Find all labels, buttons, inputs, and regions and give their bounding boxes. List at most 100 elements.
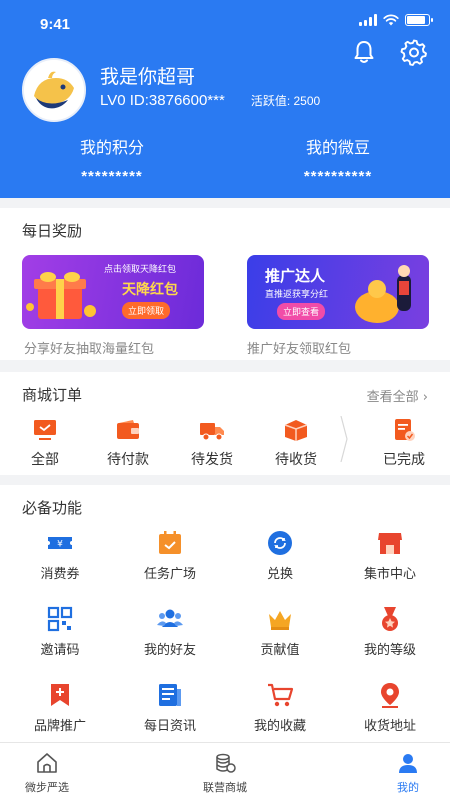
feature-market-center-label: 集市中心 (363, 567, 416, 582)
feature-shipping-address-label: 收货地址 (363, 719, 416, 734)
order-pending-receipt[interactable]: 待收货 (261, 417, 331, 469)
feature-invite-code-label: 邀请码 (40, 643, 80, 658)
signal-icon (359, 14, 377, 26)
box-icon (284, 420, 308, 441)
feature-my-friends-label: 我的好友 (143, 643, 196, 658)
daily-reward-title: 每日奖励 (22, 222, 83, 240)
feature-coupon-label: 消费券 (40, 567, 80, 582)
user-name: 我是你超哥 (100, 66, 196, 88)
promoter-caption: 推广好友领取红包 (247, 342, 352, 357)
feature-brand-promotion-label: 品牌推广 (33, 719, 86, 734)
banner-top-text: 点击领取天降红包 (104, 265, 177, 275)
bottom-nav: 微步严选 联营商城 我的 (0, 742, 450, 800)
user-meta: LV0 ID:3876600*** 活跃值: 2500 (100, 92, 320, 109)
order-pending-payment-label: 待付款 (107, 452, 149, 468)
view-now-button[interactable]: 立即查看 (277, 303, 326, 320)
order-all-label: 全部 (31, 452, 59, 468)
points-label: 我的积分 (79, 138, 144, 157)
beans-label: 我的微豆 (305, 138, 370, 157)
svg-text:¥: ¥ (57, 540, 63, 550)
wallet-icon (117, 420, 139, 439)
wifi-icon (383, 14, 399, 26)
feature-daily-news[interactable]: 每日资讯 (120, 681, 220, 734)
home-icon (37, 753, 57, 773)
feature-contribution[interactable]: 贡献值 (230, 605, 330, 658)
red-packet-caption: 分享好友抽取海量红包 (24, 342, 155, 357)
nav-mine[interactable]: 我的 (363, 751, 450, 795)
status-time: 9:41 (40, 16, 71, 33)
feature-task-square[interactable]: 任务广场 (120, 529, 220, 582)
daily-reward-card: 每日奖励 点击领取天降红包 天降红包 立即领取 分享好友抽取海量红包 推广达人 … (0, 208, 450, 360)
order-divider (340, 416, 348, 462)
claim-now-button[interactable]: 立即领取 (122, 302, 171, 319)
crown-icon (269, 611, 291, 630)
order-pending-receipt-label: 待收货 (275, 452, 317, 468)
cart-icon (268, 683, 294, 707)
bell-icon[interactable] (350, 38, 378, 66)
completed-doc-icon (395, 419, 415, 441)
feature-daily-news-label: 每日资讯 (143, 719, 196, 734)
news-icon (159, 684, 181, 706)
status-icons (359, 14, 433, 26)
feature-task-square-label: 任务广场 (143, 567, 196, 582)
user-icon (399, 754, 417, 773)
feature-my-level[interactable]: 我的等级 (340, 605, 440, 658)
feature-market-center[interactable]: 集市中心 (340, 529, 440, 582)
feature-exchange-label: 兑换 (266, 567, 293, 582)
red-packet-banner[interactable]: 点击领取天降红包 天降红包 立即领取 (22, 255, 204, 329)
beans-value: ********** (303, 168, 373, 185)
medal-icon (382, 607, 398, 631)
store-icon (378, 533, 402, 554)
profile-header: 9:41 我是你超哥 LV0 ID:3876600*** 活跃值: 2500 我… (0, 0, 450, 198)
bookmark-plus-icon (51, 684, 69, 706)
features-title: 必备功能 (22, 499, 83, 517)
coupon-icon: ¥ (48, 537, 72, 550)
points-value: ********* (81, 168, 143, 185)
view-all-label: 查看全部 (366, 390, 419, 405)
nav-home-label: 微步严选 (25, 781, 69, 794)
nav-mine-label: 我的 (397, 781, 419, 794)
feature-brand-promotion[interactable]: 品牌推广 (10, 681, 110, 734)
order-all[interactable]: 全部 (10, 417, 80, 469)
coins-icon (216, 753, 236, 773)
avatar-fish-logo (24, 60, 84, 120)
promoter-title: 推广达人 (265, 267, 326, 285)
features-card: 必备功能 ¥ 消费券 任务广场 兑换 集市中心 邀请码 我的好友 贡献值 我的等… (0, 485, 450, 742)
feature-exchange[interactable]: 兑换 (230, 529, 330, 582)
nav-mall-label: 联营商城 (203, 781, 247, 794)
orders-card: 商城订单 查看全部 › 全部 待付款 待发货 待收货 已完成 (0, 372, 450, 475)
feature-my-level-label: 我的等级 (363, 643, 416, 658)
feature-my-favorites[interactable]: 我的收藏 (230, 681, 330, 734)
nav-mall[interactable]: 联营商城 (180, 751, 270, 795)
friends-icon (157, 609, 183, 627)
user-id: LV0 ID:3876600*** (100, 92, 225, 109)
qrcode-icon (47, 606, 73, 632)
order-pending-payment[interactable]: 待付款 (93, 417, 163, 469)
activity-value: 活跃值: 2500 (250, 94, 321, 108)
battery-icon (405, 14, 433, 26)
orders-title: 商城订单 (22, 386, 83, 404)
truck-icon (200, 423, 224, 441)
view-all-link[interactable]: 查看全部 › (367, 386, 428, 405)
nav-home[interactable]: 微步严选 (2, 751, 92, 795)
feature-my-friends[interactable]: 我的好友 (120, 605, 220, 658)
points-stat[interactable]: 我的积分 ********* (12, 134, 212, 185)
order-completed[interactable]: 已完成 (369, 417, 439, 469)
gear-icon[interactable] (400, 38, 428, 66)
monitor-icon (34, 420, 56, 440)
feature-shipping-address[interactable]: 收货地址 (340, 681, 440, 734)
avatar[interactable] (22, 58, 86, 122)
banner-main-text: 天降红包 (122, 282, 178, 298)
feature-my-favorites-label: 我的收藏 (253, 719, 306, 734)
order-pending-shipment-label: 待发货 (191, 452, 233, 468)
exchange-icon (268, 531, 292, 555)
feature-coupon[interactable]: ¥ 消费券 (10, 529, 110, 582)
beans-stat[interactable]: 我的微豆 ********** (238, 134, 438, 185)
location-icon (381, 683, 399, 708)
feature-invite-code[interactable]: 邀请码 (10, 605, 110, 658)
feature-contribution-label: 贡献值 (260, 643, 300, 658)
calendar-icon (159, 531, 181, 554)
order-pending-shipment[interactable]: 待发货 (177, 417, 247, 469)
promoter-banner[interactable]: 推广达人 直推返获享分红 立即查看 (247, 255, 429, 329)
promoter-subtitle: 直推返获享分红 (265, 290, 329, 300)
